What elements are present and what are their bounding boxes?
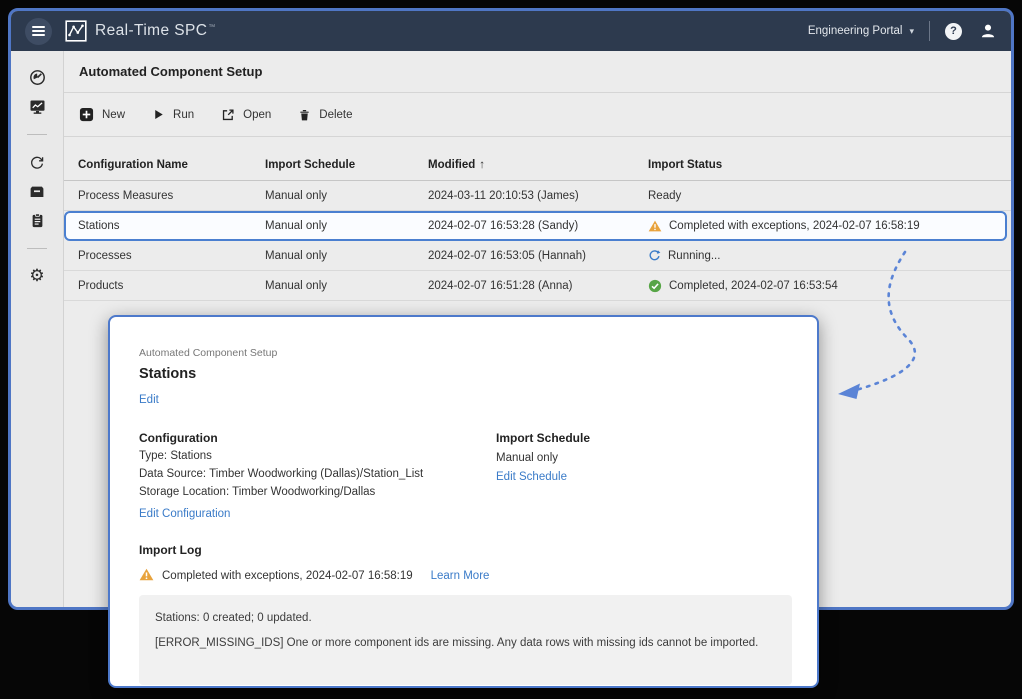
toolbar: New Run Open Delete (64, 93, 1011, 137)
portal-selector[interactable]: Engineering Portal ▾ (808, 25, 914, 37)
running-icon (648, 249, 661, 262)
trademark: ™ (208, 24, 215, 31)
cell-modified: 2024-02-07 16:51:28 (Anna) (428, 280, 648, 292)
open-button[interactable]: Open (221, 108, 271, 122)
chevron-down-icon: ▾ (909, 26, 914, 37)
sort-ascending-icon: ↑ (479, 159, 485, 171)
trash-icon (298, 108, 311, 122)
warning-icon (139, 568, 154, 584)
cell-import-status: Completed, 2024-02-07 16:53:54 (648, 279, 997, 293)
configuration-storage-location: Storage Location: Timber Woodworking/Dal… (139, 485, 496, 499)
edit-schedule-link[interactable]: Edit Schedule (496, 471, 567, 483)
schedule-value: Manual only (496, 451, 590, 465)
column-header-configuration-name[interactable]: Configuration Name (78, 159, 265, 171)
sync-icon[interactable] (29, 154, 46, 171)
cell-import-schedule: Manual only (265, 190, 428, 202)
learn-more-link[interactable]: Learn More (431, 570, 490, 582)
cell-import-schedule: Manual only (265, 250, 428, 262)
config-table: Configuration Name Import Schedule Modif… (64, 150, 1011, 301)
log-line: Stations: 0 created; 0 updated. (155, 612, 776, 624)
table-row[interactable]: Process Measures Manual only 2024-03-11 … (64, 181, 1011, 211)
clipboard-icon[interactable] (29, 212, 46, 229)
import-log-status-text: Completed with exceptions, 2024-02-07 16… (162, 570, 413, 582)
cell-modified: 2024-02-07 16:53:05 (Hannah) (428, 250, 648, 262)
schedule-section: Import Schedule Manual only Edit Schedul… (496, 431, 590, 522)
cell-configuration-name: Products (78, 280, 265, 292)
sidebar-divider (27, 134, 47, 135)
edit-configuration-link[interactable]: Edit Configuration (139, 508, 230, 520)
portal-label: Engineering Portal (808, 25, 903, 37)
column-header-import-status[interactable]: Import Status (648, 159, 997, 171)
gauge-icon[interactable] (29, 69, 46, 86)
open-external-icon (221, 108, 235, 122)
table-header-row: Configuration Name Import Schedule Modif… (64, 150, 1011, 181)
run-button[interactable]: Run (152, 108, 194, 121)
cell-import-status: Ready (648, 190, 997, 202)
configuration-type: Type: Stations (139, 449, 496, 463)
delete-button[interactable]: Delete (298, 108, 352, 122)
import-log-section: Import Log Completed with exceptions, 20… (139, 543, 788, 685)
log-line: [ERROR_MISSING_IDS] One or more componen… (155, 637, 776, 649)
table-row[interactable]: Processes Manual only 2024-02-07 16:53:0… (64, 241, 1011, 271)
help-icon[interactable]: ? (945, 23, 962, 40)
table-row[interactable]: Products Manual only 2024-02-07 16:51:28… (64, 271, 1011, 301)
cell-configuration-name: Processes (78, 250, 265, 262)
configuration-data-source: Data Source: Timber Woodworking (Dallas)… (139, 467, 496, 481)
top-navbar: Real-Time SPC™ Engineering Portal ▾ ? (11, 11, 1011, 51)
success-check-icon (648, 279, 662, 293)
app-title: Real-Time SPC™ (95, 22, 216, 40)
warning-icon (648, 220, 662, 232)
monitor-chart-icon[interactable] (29, 98, 46, 115)
cell-import-status: Running... (648, 249, 997, 262)
import-log-heading: Import Log (139, 543, 788, 557)
configuration-section: Configuration Type: Stations Data Source… (139, 431, 496, 522)
cell-modified: 2024-02-07 16:53:28 (Sandy) (428, 220, 648, 232)
cell-import-schedule: Manual only (265, 220, 428, 232)
page-title: Automated Component Setup (64, 51, 1011, 93)
cell-import-status: Completed with exceptions, 2024-02-07 16… (648, 220, 993, 232)
play-icon (152, 108, 165, 121)
panel-breadcrumb: Automated Component Setup (139, 347, 788, 359)
edit-link[interactable]: Edit (139, 394, 159, 406)
gear-icon[interactable]: ⚙ (29, 268, 46, 285)
archive-box-icon[interactable] (29, 183, 46, 200)
spc-chart-logo-icon (65, 20, 87, 42)
column-header-modified[interactable]: Modified↑ (428, 159, 648, 171)
schedule-heading: Import Schedule (496, 431, 590, 445)
cell-modified: 2024-03-11 20:10:53 (James) (428, 190, 648, 202)
detail-panel: Automated Component Setup Stations Edit … (108, 315, 819, 688)
panel-title: Stations (139, 366, 788, 382)
table-row-selected[interactable]: Stations Manual only 2024-02-07 16:53:28… (64, 211, 1007, 241)
sidebar-divider (27, 248, 47, 249)
navbar-divider (929, 21, 930, 41)
cell-configuration-name: Process Measures (78, 190, 265, 202)
hamburger-menu-icon[interactable] (25, 18, 52, 45)
plus-square-icon (79, 107, 94, 122)
cell-configuration-name: Stations (78, 220, 265, 232)
configuration-heading: Configuration (139, 431, 496, 445)
user-icon[interactable] (979, 22, 997, 40)
import-log-output: Stations: 0 created; 0 updated. [ERROR_M… (139, 595, 792, 685)
column-header-import-schedule[interactable]: Import Schedule (265, 159, 428, 171)
cell-import-schedule: Manual only (265, 280, 428, 292)
left-sidebar: ⚙ (11, 51, 64, 607)
new-button[interactable]: New (79, 107, 125, 122)
